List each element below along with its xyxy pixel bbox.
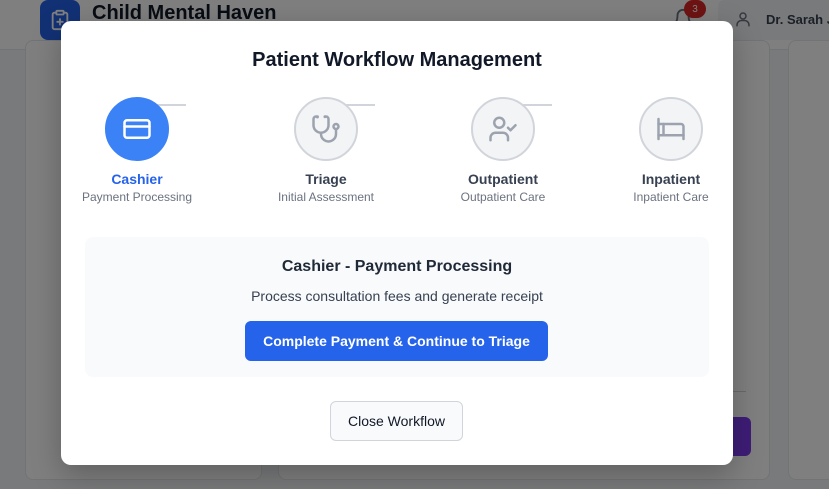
user-check-icon (489, 116, 517, 142)
step-subtitle: Inpatient Care (633, 190, 709, 204)
step-name: Triage (305, 171, 347, 187)
step-subtitle: Outpatient Care (460, 190, 546, 204)
current-step-panel: Cashier - Payment Processing Process con… (85, 237, 709, 377)
stethoscope-icon (312, 115, 340, 143)
panel-description: Process consultation fees and generate r… (251, 288, 543, 304)
credit-card-icon (123, 119, 151, 139)
step-name: Inpatient (641, 171, 701, 187)
close-workflow-button[interactable]: Close Workflow (330, 401, 463, 441)
workflow-step-inpatient[interactable]: Inpatient Inpatient Care (596, 97, 746, 204)
step-subtitle: Initial Assessment (277, 190, 375, 204)
step-name: Outpatient (468, 171, 538, 187)
bed-icon (657, 117, 685, 141)
workflow-step-outpatient[interactable]: Outpatient Outpatient Care (428, 97, 578, 204)
step-circle (294, 97, 358, 161)
workflow-step-triage[interactable]: Triage Initial Assessment (251, 97, 401, 204)
panel-title: Cashier - Payment Processing (281, 258, 513, 275)
workflow-modal: Patient Workflow Management Cashier Paym… (61, 21, 733, 465)
modal-title: Patient Workflow Management (252, 49, 542, 71)
workflow-step-cashier[interactable]: Cashier Payment Processing (62, 97, 212, 204)
step-circle (105, 97, 169, 161)
step-circle (639, 97, 703, 161)
step-name: Cashier (111, 171, 163, 187)
step-circle (471, 97, 535, 161)
step-subtitle: Payment Processing (81, 190, 193, 204)
complete-payment-button[interactable]: Complete Payment & Continue to Triage (245, 321, 548, 361)
